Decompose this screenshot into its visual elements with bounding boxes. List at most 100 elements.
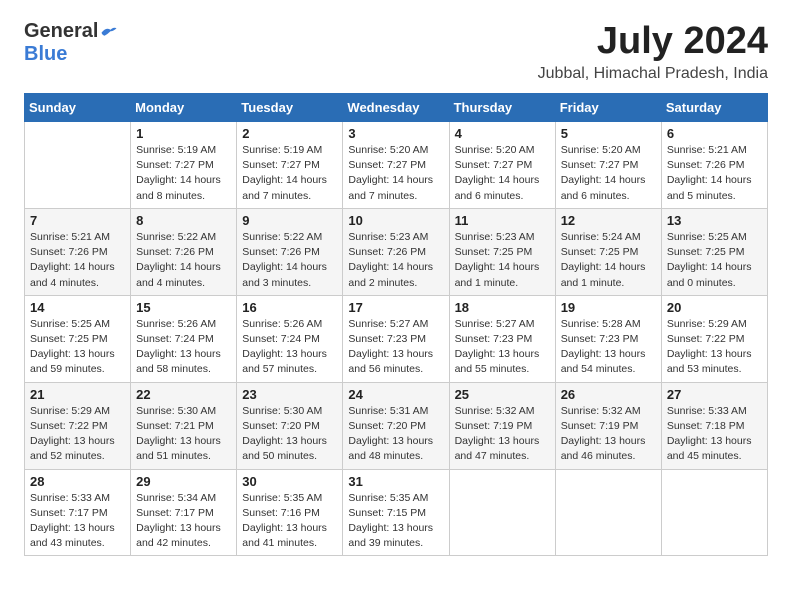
day-number: 31 [348, 474, 443, 489]
weekday-header-sunday: Sunday [25, 94, 131, 122]
calendar-cell: 23 Sunrise: 5:30 AMSunset: 7:20 PMDayligh… [237, 382, 343, 469]
day-number: 22 [136, 387, 231, 402]
day-info: Sunrise: 5:30 AMSunset: 7:20 PMDaylight:… [242, 404, 337, 465]
day-info: Sunrise: 5:32 AMSunset: 7:19 PMDaylight:… [455, 404, 550, 465]
day-number: 10 [348, 213, 443, 228]
calendar-cell [25, 122, 131, 209]
calendar-cell: 21Sunrise: 5:29 AMSunset: 7:22 PMDayligh… [25, 382, 131, 469]
day-number: 24 [348, 387, 443, 402]
weekday-header-tuesday: Tuesday [237, 94, 343, 122]
day-info: Sunrise: 5:33 AMSunset: 7:18 PMDaylight:… [667, 404, 762, 465]
calendar-cell: 15Sunrise: 5:26 AMSunset: 7:24 PMDayligh… [131, 295, 237, 382]
calendar-cell: 4 Sunrise: 5:20 AMSunset: 7:27 PMDaylight… [449, 122, 555, 209]
calendar-cell: 26Sunrise: 5:32 AMSunset: 7:19 PMDayligh… [555, 382, 661, 469]
calendar-cell: 3 Sunrise: 5:20 AMSunset: 7:27 PMDaylight… [343, 122, 449, 209]
logo-general: General [24, 20, 98, 43]
day-info: Sunrise: 5:25 AMSunset: 7:25 PMDaylight:… [667, 230, 762, 291]
day-info: Sunrise: 5:33 AMSunset: 7:17 PMDaylight:… [30, 491, 125, 552]
day-number: 11 [455, 213, 550, 228]
day-info: Sunrise: 5:19 AMSunset: 7:27 PMDaylight:… [136, 143, 231, 204]
day-number: 20 [667, 300, 762, 315]
day-number: 18 [455, 300, 550, 315]
calendar-cell: 16Sunrise: 5:26 AMSunset: 7:24 PMDayligh… [237, 295, 343, 382]
calendar-week-row: 14Sunrise: 5:25 AMSunset: 7:25 PMDayligh… [25, 295, 768, 382]
calendar-cell: 29 Sunrise: 5:34 AMSunset: 7:17 PMDayligh… [131, 469, 237, 556]
calendar-cell: 28 Sunrise: 5:33 AMSunset: 7:17 PMDayligh… [25, 469, 131, 556]
calendar-cell: 19 Sunrise: 5:28 AMSunset: 7:23 PMDayligh… [555, 295, 661, 382]
day-number: 27 [667, 387, 762, 402]
day-number: 30 [242, 474, 337, 489]
calendar-week-row: 1 Sunrise: 5:19 AMSunset: 7:27 PMDaylight… [25, 122, 768, 209]
day-info: Sunrise: 5:26 AMSunset: 7:24 PMDaylight:… [242, 317, 337, 378]
day-info: Sunrise: 5:19 AMSunset: 7:27 PMDaylight:… [242, 143, 337, 204]
day-number: 25 [455, 387, 550, 402]
calendar-table: SundayMondayTuesdayWednesdayThursdayFrid… [24, 93, 768, 556]
day-number: 1 [136, 126, 231, 141]
day-number: 7 [30, 213, 125, 228]
calendar-cell: 25 Sunrise: 5:32 AMSunset: 7:19 PMDayligh… [449, 382, 555, 469]
calendar-cell: 22 Sunrise: 5:30 AMSunset: 7:21 PMDayligh… [131, 382, 237, 469]
day-info: Sunrise: 5:24 AMSunset: 7:25 PMDaylight:… [561, 230, 656, 291]
calendar-cell: 24 Sunrise: 5:31 AMSunset: 7:20 PMDayligh… [343, 382, 449, 469]
day-info: Sunrise: 5:31 AMSunset: 7:20 PMDaylight:… [348, 404, 443, 465]
day-info: Sunrise: 5:20 AMSunset: 7:27 PMDaylight:… [455, 143, 550, 204]
weekday-header-friday: Friday [555, 94, 661, 122]
calendar-cell: 9Sunrise: 5:22 AMSunset: 7:26 PMDaylight… [237, 208, 343, 295]
calendar-cell: 13Sunrise: 5:25 AMSunset: 7:25 PMDayligh… [661, 208, 767, 295]
day-number: 9 [242, 213, 337, 228]
day-number: 29 [136, 474, 231, 489]
day-info: Sunrise: 5:20 AMSunset: 7:27 PMDaylight:… [348, 143, 443, 204]
day-info: Sunrise: 5:34 AMSunset: 7:17 PMDaylight:… [136, 491, 231, 552]
location-subtitle: Jubbal, Himachal Pradesh, India [538, 65, 768, 83]
weekday-header-row: SundayMondayTuesdayWednesdayThursdayFrid… [25, 94, 768, 122]
page-header: General Blue July 2024 Jubbal, Himachal … [24, 20, 768, 83]
calendar-cell: 5 Sunrise: 5:20 AMSunset: 7:27 PMDaylight… [555, 122, 661, 209]
calendar-cell [555, 469, 661, 556]
weekday-header-wednesday: Wednesday [343, 94, 449, 122]
weekday-header-saturday: Saturday [661, 94, 767, 122]
day-number: 5 [561, 126, 656, 141]
day-number: 6 [667, 126, 762, 141]
day-info: Sunrise: 5:21 AMSunset: 7:26 PMDaylight:… [30, 230, 125, 291]
day-info: Sunrise: 5:23 AMSunset: 7:25 PMDaylight:… [455, 230, 550, 291]
day-number: 2 [242, 126, 337, 141]
logo-bird-icon [100, 25, 118, 39]
calendar-cell: 11 Sunrise: 5:23 AMSunset: 7:25 PMDayligh… [449, 208, 555, 295]
calendar-cell: 27 Sunrise: 5:33 AMSunset: 7:18 PMDayligh… [661, 382, 767, 469]
month-year-title: July 2024 [538, 20, 768, 63]
calendar-cell: 17 Sunrise: 5:27 AMSunset: 7:23 PMDayligh… [343, 295, 449, 382]
day-number: 21 [30, 387, 125, 402]
calendar-week-row: 28 Sunrise: 5:33 AMSunset: 7:17 PMDayligh… [25, 469, 768, 556]
day-number: 4 [455, 126, 550, 141]
day-number: 14 [30, 300, 125, 315]
day-number: 17 [348, 300, 443, 315]
day-info: Sunrise: 5:20 AMSunset: 7:27 PMDaylight:… [561, 143, 656, 204]
logo: General Blue [24, 20, 118, 66]
day-info: Sunrise: 5:27 AMSunset: 7:23 PMDaylight:… [348, 317, 443, 378]
calendar-cell: 1 Sunrise: 5:19 AMSunset: 7:27 PMDaylight… [131, 122, 237, 209]
day-info: Sunrise: 5:26 AMSunset: 7:24 PMDaylight:… [136, 317, 231, 378]
calendar-week-row: 21Sunrise: 5:29 AMSunset: 7:22 PMDayligh… [25, 382, 768, 469]
calendar-cell: 14Sunrise: 5:25 AMSunset: 7:25 PMDayligh… [25, 295, 131, 382]
calendar-cell: 8Sunrise: 5:22 AMSunset: 7:26 PMDaylight… [131, 208, 237, 295]
day-info: Sunrise: 5:35 AMSunset: 7:15 PMDaylight:… [348, 491, 443, 552]
day-info: Sunrise: 5:28 AMSunset: 7:23 PMDaylight:… [561, 317, 656, 378]
day-info: Sunrise: 5:32 AMSunset: 7:19 PMDaylight:… [561, 404, 656, 465]
day-number: 28 [30, 474, 125, 489]
weekday-header-thursday: Thursday [449, 94, 555, 122]
calendar-cell: 31 Sunrise: 5:35 AMSunset: 7:15 PMDayligh… [343, 469, 449, 556]
day-info: Sunrise: 5:27 AMSunset: 7:23 PMDaylight:… [455, 317, 550, 378]
day-number: 3 [348, 126, 443, 141]
calendar-cell: 7 Sunrise: 5:21 AMSunset: 7:26 PMDaylight… [25, 208, 131, 295]
calendar-cell: 18 Sunrise: 5:27 AMSunset: 7:23 PMDayligh… [449, 295, 555, 382]
logo-blue: Blue [24, 43, 67, 65]
calendar-cell: 2 Sunrise: 5:19 AMSunset: 7:27 PMDaylight… [237, 122, 343, 209]
day-number: 19 [561, 300, 656, 315]
day-info: Sunrise: 5:23 AMSunset: 7:26 PMDaylight:… [348, 230, 443, 291]
day-info: Sunrise: 5:30 AMSunset: 7:21 PMDaylight:… [136, 404, 231, 465]
day-info: Sunrise: 5:35 AMSunset: 7:16 PMDaylight:… [242, 491, 337, 552]
day-number: 23 [242, 387, 337, 402]
calendar-cell [661, 469, 767, 556]
calendar-cell: 12Sunrise: 5:24 AMSunset: 7:25 PMDayligh… [555, 208, 661, 295]
weekday-header-monday: Monday [131, 94, 237, 122]
